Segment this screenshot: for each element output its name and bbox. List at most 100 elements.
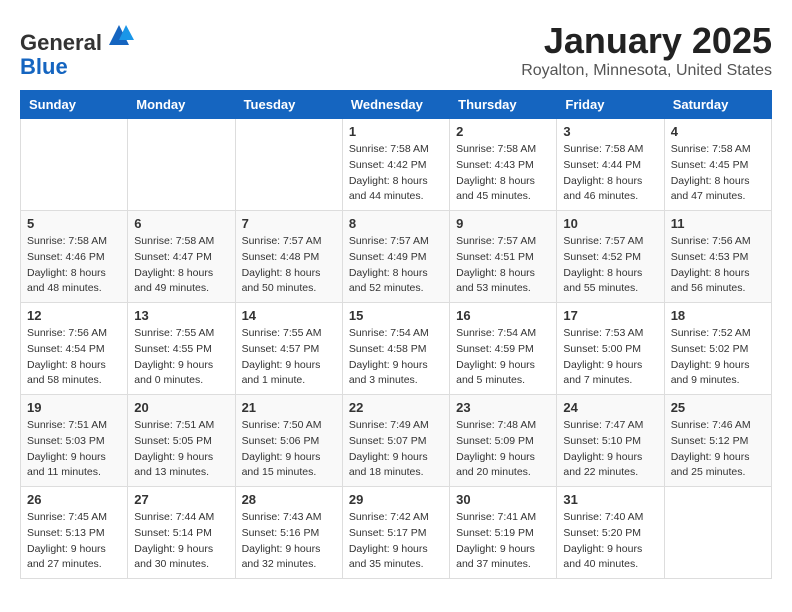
day-info: Sunrise: 7:44 AM Sunset: 5:14 PM Dayligh… [134,510,228,573]
day-cell: 9Sunrise: 7:57 AM Sunset: 4:51 PM Daylig… [450,211,557,303]
day-number: 31 [563,492,657,507]
day-number: 13 [134,308,228,323]
day-number: 21 [242,400,336,415]
day-info: Sunrise: 7:54 AM Sunset: 4:58 PM Dayligh… [349,326,443,389]
day-cell: 21 Sunrise: 7:50 AM Sunset: 5:06 PM Dayli… [235,395,342,487]
day-number: 10 [563,216,657,231]
logo-general: General [20,30,102,55]
day-cell: 18 Sunrise: 7:52 AM Sunset: 5:02 PM Dayli… [664,303,771,395]
day-cell: 4Sunrise: 7:58 AM Sunset: 4:45 PM Daylig… [664,119,771,211]
day-info: Sunrise: 7:53 AM Sunset: 5:00 PM Dayligh… [563,326,657,389]
day-info: Sunrise: 7:48 AM Sunset: 5:09 PM Dayligh… [456,418,550,481]
logo: General Blue [20,20,134,79]
day-info: Sunrise: 7:51 AM Sunset: 5:05 PM Dayligh… [134,418,228,481]
month-title: January 2025 [521,20,772,62]
day-info: Sunrise: 7:49 AM Sunset: 5:07 PM Dayligh… [349,418,443,481]
day-number: 24 [563,400,657,415]
location-title: Royalton, Minnesota, United States [521,62,772,80]
day-number: 14 [242,308,336,323]
day-number: 20 [134,400,228,415]
day-cell: 25Sunrise: 7:46 AM Sunset: 5:12 PM Dayli… [664,395,771,487]
day-info: Sunrise: 7:45 AM Sunset: 5:13 PM Dayligh… [27,510,121,573]
day-cell: 27 Sunrise: 7:44 AM Sunset: 5:14 PM Dayli… [128,487,235,579]
day-cell [664,487,771,579]
day-info: Sunrise: 7:58 AM Sunset: 4:46 PM Dayligh… [27,234,121,297]
week-row-3: 12 Sunrise: 7:56 AM Sunset: 4:54 PM Dayli… [21,303,772,395]
day-cell: 8Sunrise: 7:57 AM Sunset: 4:49 PM Daylig… [342,211,449,303]
logo-icon [104,20,134,50]
day-cell: 11 Sunrise: 7:56 AM Sunset: 4:53 PM Dayli… [664,211,771,303]
day-cell [128,119,235,211]
day-info: Sunrise: 7:51 AM Sunset: 5:03 PM Dayligh… [27,418,121,481]
day-cell: 26Sunrise: 7:45 AM Sunset: 5:13 PM Dayli… [21,487,128,579]
day-info: Sunrise: 7:57 AM Sunset: 4:51 PM Dayligh… [456,234,550,297]
calendar-table: SundayMondayTuesdayWednesdayThursdayFrid… [20,90,772,579]
day-cell: 3 Sunrise: 7:58 AM Sunset: 4:44 PM Daylig… [557,119,664,211]
day-number: 23 [456,400,550,415]
page-header: General Blue January 2025 Royalton, Minn… [20,20,772,80]
weekday-header-wednesday: Wednesday [342,91,449,119]
day-number: 3 [563,124,657,139]
day-info: Sunrise: 7:56 AM Sunset: 4:53 PM Dayligh… [671,234,765,297]
weekday-header-sunday: Sunday [21,91,128,119]
day-number: 8 [349,216,443,231]
day-info: Sunrise: 7:58 AM Sunset: 4:44 PM Dayligh… [563,142,657,205]
day-number: 12 [27,308,121,323]
week-row-5: 26Sunrise: 7:45 AM Sunset: 5:13 PM Dayli… [21,487,772,579]
weekday-header-thursday: Thursday [450,91,557,119]
day-number: 30 [456,492,550,507]
day-info: Sunrise: 7:50 AM Sunset: 5:06 PM Dayligh… [242,418,336,481]
day-number: 25 [671,400,765,415]
week-row-4: 19 Sunrise: 7:51 AM Sunset: 5:03 PM Dayli… [21,395,772,487]
weekday-header-saturday: Saturday [664,91,771,119]
day-cell: 7 Sunrise: 7:57 AM Sunset: 4:48 PM Daylig… [235,211,342,303]
weekday-header-monday: Monday [128,91,235,119]
day-cell: 6Sunrise: 7:58 AM Sunset: 4:47 PM Daylig… [128,211,235,303]
day-info: Sunrise: 7:57 AM Sunset: 4:48 PM Dayligh… [242,234,336,297]
day-info: Sunrise: 7:52 AM Sunset: 5:02 PM Dayligh… [671,326,765,389]
day-cell: 22 Sunrise: 7:49 AM Sunset: 5:07 PM Dayli… [342,395,449,487]
day-cell [21,119,128,211]
day-number: 16 [456,308,550,323]
week-row-2: 5Sunrise: 7:58 AM Sunset: 4:46 PM Daylig… [21,211,772,303]
day-cell: 16 Sunrise: 7:54 AM Sunset: 4:59 PM Dayli… [450,303,557,395]
day-cell: 13 Sunrise: 7:55 AM Sunset: 4:55 PM Dayli… [128,303,235,395]
day-cell: 19 Sunrise: 7:51 AM Sunset: 5:03 PM Dayli… [21,395,128,487]
day-number: 6 [134,216,228,231]
day-number: 27 [134,492,228,507]
day-cell: 29 Sunrise: 7:42 AM Sunset: 5:17 PM Dayli… [342,487,449,579]
day-cell: 24Sunrise: 7:47 AM Sunset: 5:10 PM Dayli… [557,395,664,487]
day-cell: 23 Sunrise: 7:48 AM Sunset: 5:09 PM Dayli… [450,395,557,487]
day-cell: 10Sunrise: 7:57 AM Sunset: 4:52 PM Dayli… [557,211,664,303]
week-row-1: 1Sunrise: 7:58 AM Sunset: 4:42 PM Daylig… [21,119,772,211]
day-number: 28 [242,492,336,507]
day-number: 22 [349,400,443,415]
weekday-header-tuesday: Tuesday [235,91,342,119]
day-info: Sunrise: 7:58 AM Sunset: 4:45 PM Dayligh… [671,142,765,205]
day-cell: 30 Sunrise: 7:41 AM Sunset: 5:19 PM Dayli… [450,487,557,579]
day-info: Sunrise: 7:56 AM Sunset: 4:54 PM Dayligh… [27,326,121,389]
weekday-header-friday: Friday [557,91,664,119]
day-number: 18 [671,308,765,323]
day-info: Sunrise: 7:40 AM Sunset: 5:20 PM Dayligh… [563,510,657,573]
day-cell: 15 Sunrise: 7:54 AM Sunset: 4:58 PM Dayli… [342,303,449,395]
day-info: Sunrise: 7:41 AM Sunset: 5:19 PM Dayligh… [456,510,550,573]
day-cell: 12 Sunrise: 7:56 AM Sunset: 4:54 PM Dayli… [21,303,128,395]
day-cell: 28 Sunrise: 7:43 AM Sunset: 5:16 PM Dayli… [235,487,342,579]
day-number: 19 [27,400,121,415]
day-cell: 1Sunrise: 7:58 AM Sunset: 4:42 PM Daylig… [342,119,449,211]
day-info: Sunrise: 7:43 AM Sunset: 5:16 PM Dayligh… [242,510,336,573]
day-info: Sunrise: 7:58 AM Sunset: 4:43 PM Dayligh… [456,142,550,205]
day-cell: 20 Sunrise: 7:51 AM Sunset: 5:05 PM Dayli… [128,395,235,487]
day-number: 15 [349,308,443,323]
day-info: Sunrise: 7:42 AM Sunset: 5:17 PM Dayligh… [349,510,443,573]
day-info: Sunrise: 7:54 AM Sunset: 4:59 PM Dayligh… [456,326,550,389]
title-block: January 2025 Royalton, Minnesota, United… [521,20,772,80]
weekday-header-row: SundayMondayTuesdayWednesdayThursdayFrid… [21,91,772,119]
day-number: 17 [563,308,657,323]
day-number: 7 [242,216,336,231]
day-number: 11 [671,216,765,231]
day-cell [235,119,342,211]
day-info: Sunrise: 7:55 AM Sunset: 4:55 PM Dayligh… [134,326,228,389]
day-number: 29 [349,492,443,507]
